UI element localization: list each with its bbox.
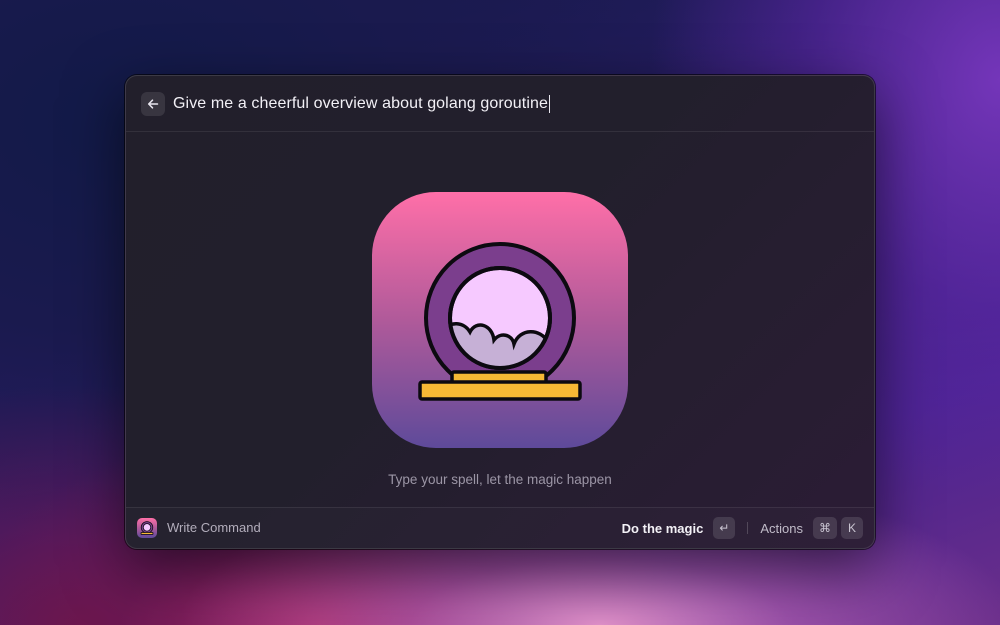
crystal-ball-icon: [372, 192, 628, 448]
action-bar: Write Command Do the magic ↵ Actions ⌘ K: [126, 507, 874, 548]
arrow-left-icon: [147, 99, 159, 109]
k-key-badge: K: [841, 517, 863, 539]
footer-divider: [747, 522, 749, 534]
command-key-icon: ⌘: [813, 517, 837, 539]
search-query-text: Give me a cheerful overview about golang…: [173, 95, 548, 112]
do-the-magic-button[interactable]: Do the magic: [622, 521, 704, 536]
empty-state-tagline: Type your spell, let the magic happen: [388, 472, 612, 487]
crystal-ball-icon: [137, 518, 157, 538]
search-header: Give me a cheerful overview about golang…: [126, 76, 874, 132]
return-key-icon: ↵: [713, 517, 736, 539]
back-button[interactable]: [141, 92, 165, 116]
search-input[interactable]: Give me a cheerful overview about golang…: [173, 92, 854, 116]
actions-button[interactable]: Actions: [760, 521, 803, 536]
text-caret: [549, 95, 550, 113]
footer-actions: Do the magic ↵ Actions ⌘ K: [622, 517, 863, 539]
command-window: Give me a cheerful overview about golang…: [125, 75, 875, 549]
command-name-label: Write Command: [167, 520, 261, 535]
